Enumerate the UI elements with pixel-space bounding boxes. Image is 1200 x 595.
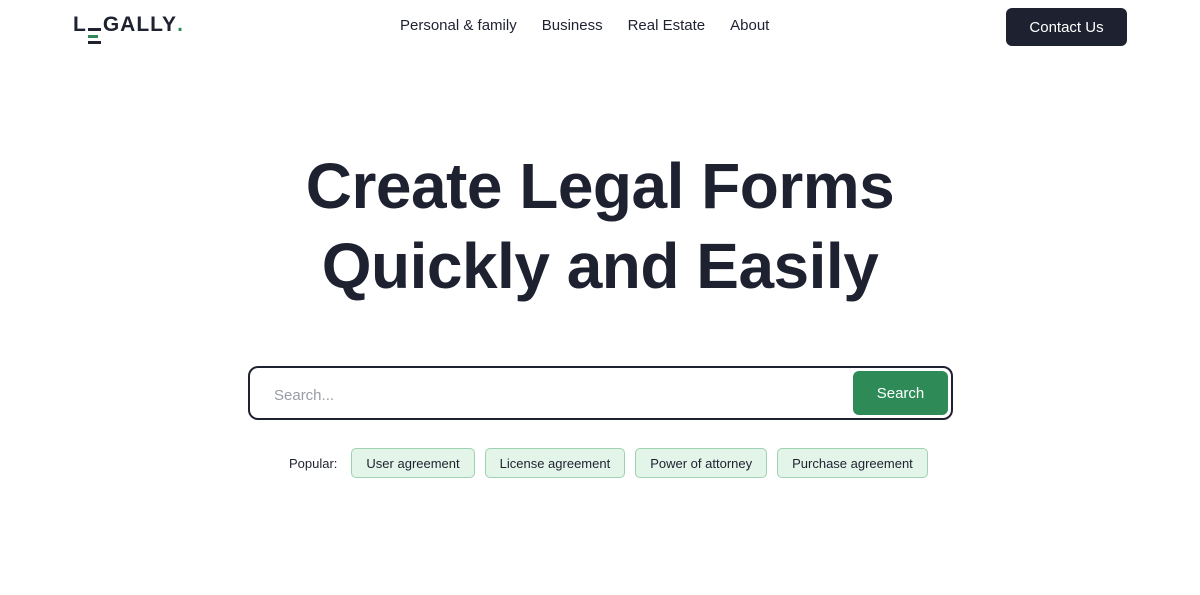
main-nav: Personal & family Business Real Estate A… bbox=[400, 17, 769, 34]
brand-logo[interactable]: L GALLY . bbox=[73, 13, 184, 44]
nav-item-personal-family[interactable]: Personal & family bbox=[400, 17, 517, 34]
popular-chip-license-agreement[interactable]: License agreement bbox=[484, 448, 626, 478]
nav-item-business[interactable]: Business bbox=[542, 17, 603, 34]
popular-label: Popular: bbox=[289, 455, 338, 471]
search-bar: Search bbox=[248, 366, 953, 420]
search-input[interactable] bbox=[272, 381, 836, 409]
nav-item-real-estate[interactable]: Real Estate bbox=[628, 17, 706, 34]
contact-us-button[interactable]: Contact Us bbox=[1006, 8, 1127, 46]
logo-dot: . bbox=[177, 13, 184, 36]
logo-prefix: L bbox=[73, 13, 87, 36]
logo-suffix: GALLY bbox=[102, 13, 178, 36]
popular-chip-power-of-attorney[interactable]: Power of attorney bbox=[635, 448, 768, 478]
hero-title: Create Legal Forms Quickly and Easily bbox=[0, 146, 1200, 306]
popular-chip-purchase-agreement[interactable]: Purchase agreement bbox=[777, 448, 928, 478]
popular-searches: Popular: User agreement License agreemen… bbox=[289, 447, 928, 479]
search-button[interactable]: Search bbox=[853, 371, 948, 415]
popular-chip-user-agreement[interactable]: User agreement bbox=[351, 448, 475, 478]
hero-title-line-2: Quickly and Easily bbox=[321, 230, 879, 302]
nav-item-about[interactable]: About bbox=[730, 17, 769, 34]
logo-e-mark-icon bbox=[87, 28, 101, 44]
hero-title-line-1: Create Legal Forms bbox=[305, 150, 895, 222]
site-header: L GALLY . Personal & family Business Rea… bbox=[0, 0, 1200, 56]
